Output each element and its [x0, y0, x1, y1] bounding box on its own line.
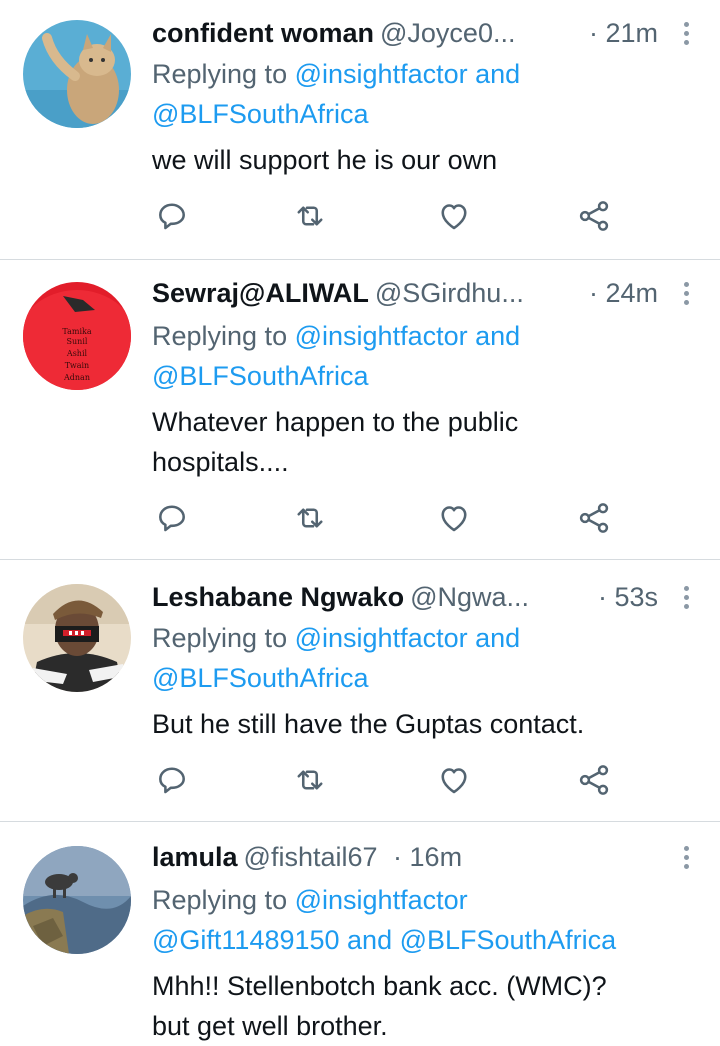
retweet-button[interactable]: [292, 500, 328, 536]
timeline-feed: confident woman @Joyce0... · 21m Replying…: [0, 0, 720, 1044]
tweet-time[interactable]: · 16m: [393, 842, 462, 872]
reply-and-text: and: [467, 623, 521, 653]
tweet-time[interactable]: · 24m: [589, 274, 658, 312]
replying-prefix: Replying to: [152, 321, 288, 351]
tweet-actions: [152, 762, 622, 798]
tweet-time[interactable]: · 21m: [589, 14, 658, 52]
share-button[interactable]: [576, 762, 612, 798]
tweet-time[interactable]: · 53s: [598, 578, 658, 616]
replying-to-line-2: @BLFSouthAfrica: [152, 658, 706, 698]
avatar-text: Tamika: [62, 327, 91, 336]
tweet-text: But he still have the Guptas contact.: [152, 704, 680, 744]
reply-icon: [159, 203, 185, 230]
avatar-text: Twain: [65, 361, 89, 370]
replying-to-line: Replying to @insightfactor and: [152, 316, 706, 356]
reply-handle-link[interactable]: @insightfactor: [295, 59, 468, 89]
tweet-actions: [152, 198, 622, 234]
tweet-header: Leshabane Ngwako @Ngwa... · 53s: [152, 578, 720, 616]
reply-handle-link[interactable]: @BLFSouthAfrica: [152, 99, 369, 129]
tweet-card[interactable]: confident woman @Joyce0... · 21m Replying…: [0, 0, 720, 260]
replying-to-line-2: @BLFSouthAfrica: [152, 94, 706, 134]
more-icon[interactable]: [682, 22, 690, 46]
replying-to-line: Replying to @insightfactor: [152, 880, 706, 920]
tweet-text-line: Whatever happen to the public: [152, 407, 519, 437]
retweet-icon: [297, 508, 323, 528]
tweet-text: we will support he is our own: [152, 140, 680, 180]
like-button[interactable]: [436, 198, 472, 234]
reply-handle-link[interactable]: @insightfactor: [295, 321, 468, 351]
display-name[interactable]: lamula: [152, 842, 238, 872]
share-button[interactable]: [576, 198, 612, 234]
tweet-text: Whatever happen to the public hospitals.…: [152, 402, 680, 482]
reply-button[interactable]: [154, 198, 190, 234]
replying-prefix: Replying to: [152, 623, 288, 653]
display-name[interactable]: Sewraj@ALIWAL: [152, 278, 369, 308]
replying-prefix: Replying to: [152, 59, 288, 89]
avatar[interactable]: Tamika Sunil Ashil Twain Adnan: [23, 282, 131, 390]
replying-prefix: Replying to: [152, 885, 288, 915]
like-icon: [441, 506, 467, 532]
retweet-icon: [297, 770, 323, 790]
reply-handle-link[interactable]: @insightfactor: [295, 885, 468, 915]
tweet-card[interactable]: Tamika Sunil Ashil Twain Adnan Sewraj@AL…: [0, 260, 720, 560]
person-avatar-image: [23, 584, 131, 692]
tweet-text-line: we will support he is our own: [152, 145, 498, 175]
replying-to-line: Replying to @insightfactor and: [152, 618, 706, 658]
share-icon: [579, 201, 609, 231]
replying-to-line: Replying to @insightfactor and: [152, 54, 706, 94]
reply-handle-link[interactable]: @Gift11489150 and @BLFSouthAfrica: [152, 925, 616, 955]
like-icon: [441, 768, 467, 794]
avatar[interactable]: [23, 584, 131, 692]
display-name[interactable]: Leshabane Ngwako: [152, 582, 404, 612]
tweet-header: confident woman @Joyce0... · 21m: [152, 14, 720, 52]
tweet-card[interactable]: lamula @fishtail67 · 16m Replying to @ins…: [0, 822, 720, 1044]
cushion-avatar-image: Tamika Sunil Ashil Twain Adnan: [23, 282, 131, 390]
tweet-text-line: But he still have the Guptas contact.: [152, 709, 585, 739]
reply-button[interactable]: [154, 762, 190, 798]
tweet-card[interactable]: Leshabane Ngwako @Ngwa... · 53s Replying …: [0, 560, 720, 822]
reply-handle-link[interactable]: @insightfactor: [295, 623, 468, 653]
reply-handle-link[interactable]: @BLFSouthAfrica: [152, 663, 369, 693]
reply-and-text: and: [467, 321, 521, 351]
cat-avatar-image: [23, 20, 131, 128]
more-icon[interactable]: [682, 586, 690, 610]
more-icon[interactable]: [682, 846, 690, 870]
reply-icon: [159, 505, 185, 532]
avatar-text: Ashil: [66, 349, 88, 358]
more-icon[interactable]: [682, 282, 690, 306]
user-handle[interactable]: @fishtail67: [244, 842, 378, 872]
avatar[interactable]: [23, 846, 131, 954]
tweet-actions: [152, 500, 622, 536]
like-icon: [441, 204, 467, 230]
reply-handle-link[interactable]: @BLFSouthAfrica: [152, 361, 369, 391]
tweet-text-line: but get well brother.: [152, 1011, 388, 1041]
retweet-icon: [297, 206, 323, 226]
replying-to-line-2: @BLFSouthAfrica: [152, 356, 706, 396]
avatar-text: Adnan: [63, 373, 90, 382]
tweet-text-line: hospitals....: [152, 447, 289, 477]
tweet-text-line: Mhh!! Stellenbotch bank acc. (WMC)?: [152, 971, 607, 1001]
avatar-text: Sunil: [67, 337, 88, 346]
reply-button[interactable]: [154, 500, 190, 536]
share-icon: [579, 503, 609, 533]
tweet-header: Sewraj@ALIWAL @SGirdhu... · 24m: [152, 274, 720, 312]
user-handle[interactable]: @Joyce0...: [380, 18, 515, 48]
replying-to-line-2: @Gift11489150 and @BLFSouthAfrica: [152, 920, 706, 960]
tweet-text: Mhh!! Stellenbotch bank acc. (WMC)? but …: [152, 966, 680, 1046]
like-button[interactable]: [436, 762, 472, 798]
reply-icon: [159, 767, 185, 794]
user-handle[interactable]: @SGirdhu...: [375, 278, 524, 308]
reply-and-text: and: [467, 59, 521, 89]
tweet-header: lamula @fishtail67 · 16m: [152, 838, 720, 876]
landscape-avatar-image: [23, 846, 131, 954]
share-button[interactable]: [576, 500, 612, 536]
display-name[interactable]: confident woman: [152, 18, 374, 48]
retweet-button[interactable]: [292, 762, 328, 798]
retweet-button[interactable]: [292, 198, 328, 234]
avatar[interactable]: [23, 20, 131, 128]
share-icon: [579, 765, 609, 795]
user-handle[interactable]: @Ngwa...: [410, 582, 529, 612]
like-button[interactable]: [436, 500, 472, 536]
